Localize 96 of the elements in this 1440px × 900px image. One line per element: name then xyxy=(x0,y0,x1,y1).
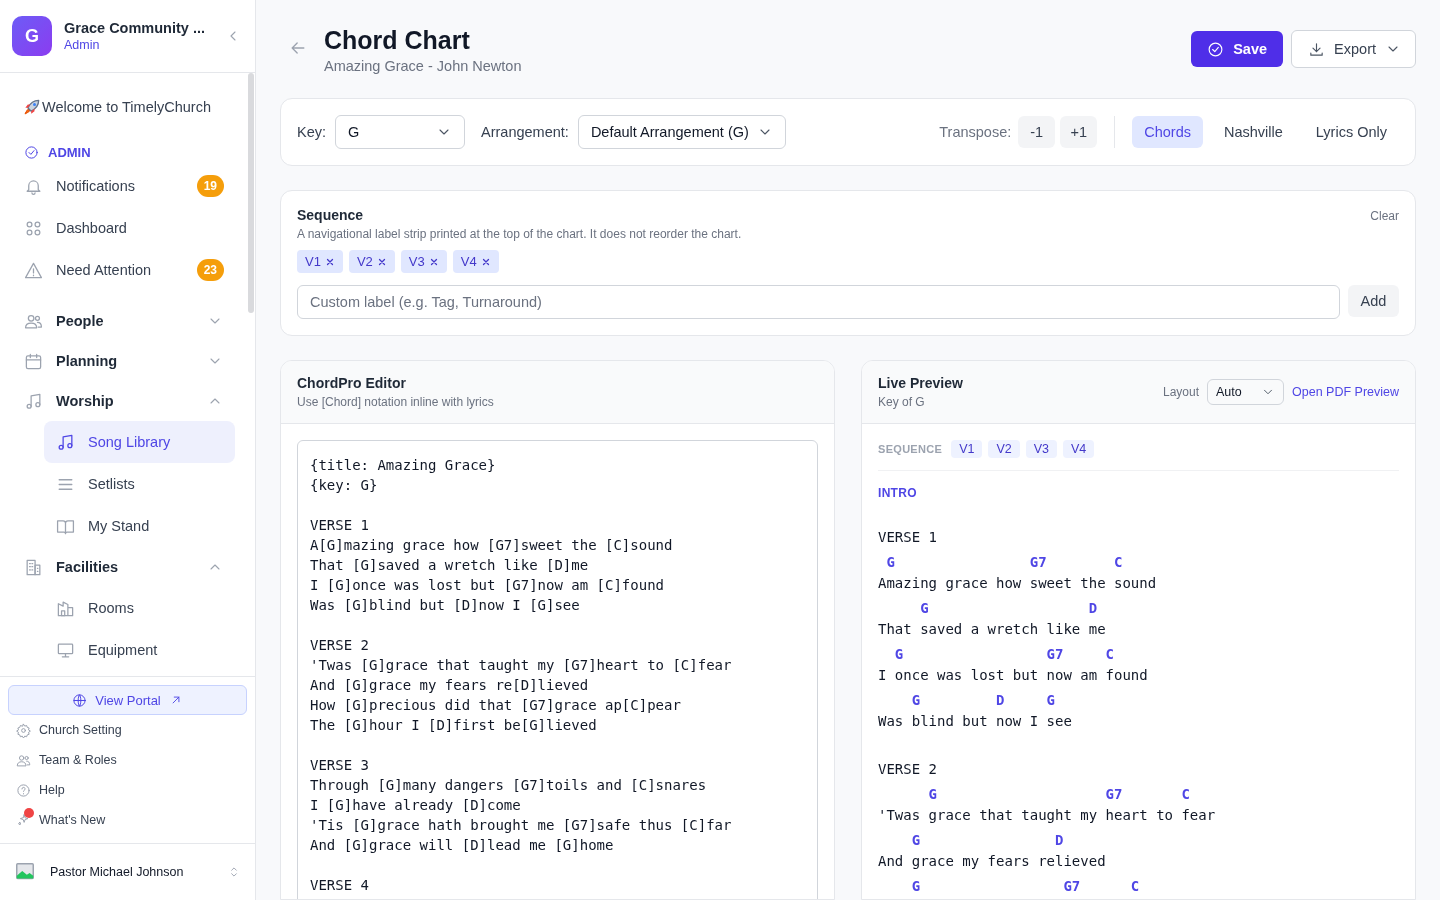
nav-item[interactable]: Rooms xyxy=(44,587,235,629)
section-description: A navigational label strip printed at the top of the chart. It does not reorder the chart. xyxy=(297,227,742,241)
pdf-preview-link[interactable]: Open PDF Preview xyxy=(1292,385,1399,399)
section-label: ADMIN xyxy=(48,144,91,160)
page-subtitle: Amazing Grace - John Newton xyxy=(324,58,523,74)
nav-group[interactable]: Worship xyxy=(20,381,235,421)
check-circle-icon xyxy=(1207,40,1225,58)
sequence-label: SEQUENCE xyxy=(878,443,943,455)
remove-icon xyxy=(480,256,491,267)
verse-label: VERSE 2 xyxy=(878,760,938,778)
chord-line: G G7 C xyxy=(885,553,1124,572)
chord-line: G D xyxy=(910,831,1065,850)
clear-button[interactable]: Clear xyxy=(1370,209,1399,223)
user-name: Pastor Michael Johnson xyxy=(50,865,185,879)
org-role: Admin xyxy=(64,38,101,52)
remove-icon xyxy=(428,256,439,267)
view-portal-button[interactable]: View Portal xyxy=(8,685,247,715)
chord-line: G D xyxy=(919,599,1099,618)
calendar-icon xyxy=(24,351,43,371)
arrangement-label: Arrangement: xyxy=(481,124,569,140)
sequence-tag: V2 xyxy=(988,440,1020,458)
panel-title: Live Preview xyxy=(878,375,963,391)
chord-line: G D G xyxy=(910,691,1056,710)
panel-subtitle: Use [Chord] notation inline with lyrics xyxy=(297,395,494,409)
page-title: Chord Chart xyxy=(324,25,471,56)
gear-icon xyxy=(16,722,31,738)
sidebar-link[interactable]: Help xyxy=(16,775,247,805)
transpose-label: Transpose: xyxy=(939,124,1012,140)
lyric-line: 'Twas grace that taught my heart to fear xyxy=(878,806,1217,825)
check-circle-icon xyxy=(24,144,39,160)
custom-label-field[interactable]: Custom label (e.g. Tag, Turnaround) xyxy=(297,285,1340,319)
globe-icon xyxy=(72,692,88,708)
nav-group[interactable]: Facilities xyxy=(20,547,235,587)
section-title: Sequence xyxy=(297,207,365,223)
nav-group[interactable]: Planning xyxy=(20,341,235,381)
lyric-line: That saved a wretch like me xyxy=(878,620,1107,639)
verse-label: VERSE 1 xyxy=(878,528,938,546)
lyric-line: Was blind but now I see xyxy=(878,712,1073,731)
count-badge: 19 xyxy=(196,175,224,197)
download-icon xyxy=(1308,40,1326,58)
transpose-button[interactable]: -1 xyxy=(1018,116,1056,148)
transpose-button[interactable]: +1 xyxy=(1060,116,1098,148)
view-mode-tab[interactable]: Chords xyxy=(1132,116,1203,148)
code-editor-field[interactable]: {title: Amazing Grace} {key: G} VERSE 1 A[G]mazing grace how [G7]sweet the [C]sound That [G]saved a wretch like [D]me I [G]once was lost but [G7]now am [C]found Was [G]blind but [D]now I [G]see VERSE 2 'Twas [G]grace that taught my [G7]heart to [C]fear And [G]grace my fears re[D]lieved How [G]precious did that [G7]grace ap[C]pear The [G]hour I [D]first be[G]lieved VERSE 3 Through [G]many dangers [G7]toils and [C]snares I [G]have already [D]come 'Tis [G]grace hath brought me [G7]safe thus [C]far And [G]grace will [D]lead me [G]home VERSE 4 xyxy=(297,440,818,899)
chord-line: G G7 C xyxy=(927,785,1191,804)
lyric-line: Amazing grace how sweet the sound xyxy=(878,574,1158,593)
chord-line: G G7 C xyxy=(910,877,1141,896)
music-note-icon xyxy=(24,391,43,411)
sequence-chip[interactable]: V1 xyxy=(297,250,343,273)
remove-icon xyxy=(376,256,387,267)
panel-subtitle: Key of G xyxy=(878,395,926,409)
building-icon xyxy=(24,557,43,577)
help-icon xyxy=(16,782,31,798)
sidebar-link[interactable]: Church Setting xyxy=(16,715,247,745)
save-button[interactable]: Save xyxy=(1191,31,1284,67)
remove-icon xyxy=(324,256,335,267)
export-button[interactable]: Export xyxy=(1291,30,1416,68)
lyric-line: I once was lost but now am found xyxy=(878,666,1149,685)
nav-item[interactable]: Need Attention 23 xyxy=(20,249,235,291)
rocket-icon xyxy=(22,97,42,117)
scrollbar[interactable] xyxy=(248,73,254,313)
people-icon xyxy=(16,752,31,768)
nav-item[interactable]: Setlists xyxy=(44,463,235,505)
nav-item[interactable]: Dashboard xyxy=(20,207,235,249)
warning-icon xyxy=(24,260,43,280)
org-name: Grace Community ... xyxy=(64,20,206,36)
sequence-tag: V1 xyxy=(951,440,983,458)
sequence-chip[interactable]: V3 xyxy=(400,250,447,273)
layout-select[interactable]: Auto xyxy=(1207,379,1284,405)
layout-label: Layout xyxy=(1163,385,1199,399)
nav-item[interactable]: My Stand xyxy=(44,505,235,547)
key-select[interactable]: G xyxy=(335,115,465,149)
nav-item[interactable]: Song Library xyxy=(44,421,235,463)
key-label: Key: xyxy=(297,124,326,140)
panel-title: ChordPro Editor xyxy=(297,375,407,391)
sidebar-link[interactable]: What's New xyxy=(16,805,247,835)
nav-item[interactable]: Notifications 19 xyxy=(20,165,235,207)
count-badge: 23 xyxy=(196,259,224,281)
nav-group[interactable]: People xyxy=(20,301,235,341)
nav-item[interactable]: Equipment xyxy=(44,629,235,671)
chord-line: G G7 C xyxy=(893,645,1115,664)
sequence-tag: V3 xyxy=(1025,440,1058,458)
sidebar-link[interactable]: Team & Roles xyxy=(16,745,247,775)
sequence-chip[interactable]: V2 xyxy=(348,250,395,273)
sparkle-icon xyxy=(16,812,31,828)
view-mode-tab[interactable]: Lyrics Only xyxy=(1303,116,1399,148)
sequence-chip[interactable]: V4 xyxy=(452,250,499,273)
lyric-line: And grace my fears relieved xyxy=(878,852,1107,871)
sequence-tag: V4 xyxy=(1063,440,1095,458)
view-mode-tab[interactable]: Nashville xyxy=(1212,116,1295,148)
welcome-text: Welcome to TimelyChurch xyxy=(42,99,211,115)
add-button[interactable]: Add xyxy=(1348,285,1399,317)
org-avatar: G xyxy=(12,16,52,56)
arrangement-select[interactable]: Default Arrangement (G) xyxy=(577,115,786,149)
section-marker: INTRO xyxy=(878,486,918,500)
music-note-icon xyxy=(56,432,75,452)
